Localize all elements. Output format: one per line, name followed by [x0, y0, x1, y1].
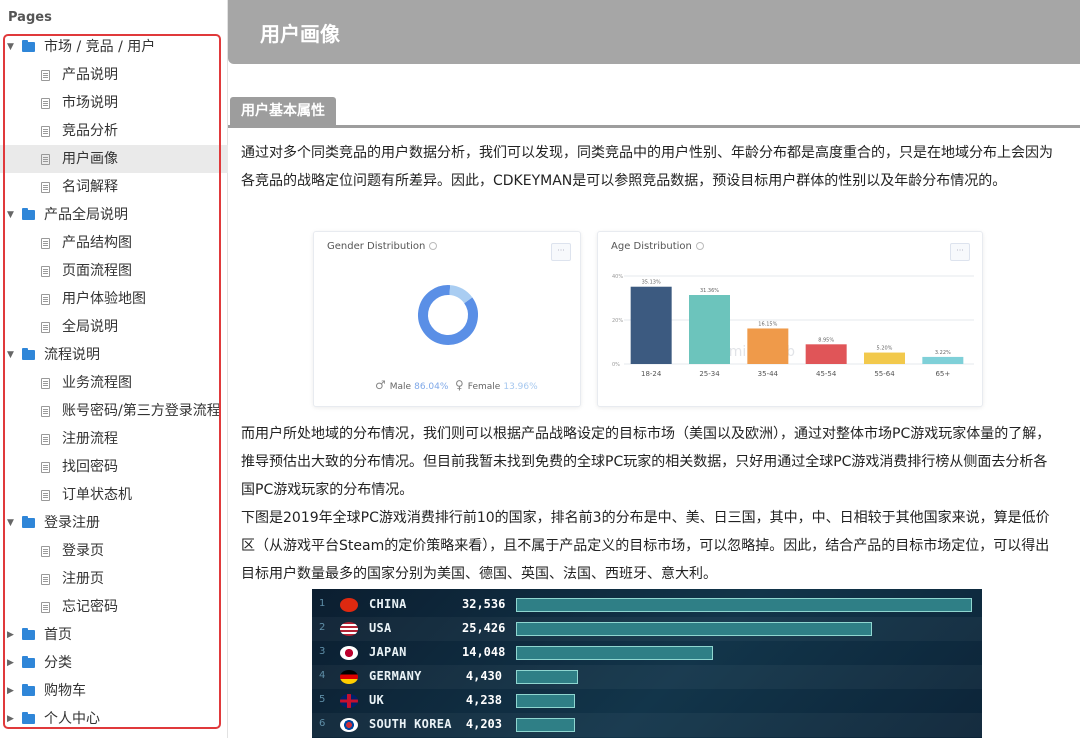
- country-value: 32,536: [462, 597, 506, 611]
- y-tick-label: 20%: [612, 318, 623, 324]
- ranking-row: 2 USA 25,426: [312, 617, 982, 641]
- age-bar-chart: 0%20%40%SimilarWeb35.13%18-2431.36%25-34…: [612, 274, 974, 378]
- rank-number: 3: [319, 646, 326, 657]
- age-category-label: 35-44: [758, 370, 779, 378]
- age-category-label: 18-24: [641, 370, 662, 378]
- ranking-row: 4 GERMANY 4,430: [312, 665, 982, 689]
- page-title: 用户画像: [260, 22, 340, 46]
- age-bar-25-34: [689, 295, 730, 364]
- age-bar-value-label: 3.22%: [935, 350, 951, 356]
- age-bar-value-label: 31.36%: [700, 288, 719, 294]
- pc-game-spending-ranking-image: 1 CHINA 32,536 2 USA 25,426 3 JAPAN 14,048 4 GERMA…: [312, 589, 982, 738]
- rank-number: 2: [319, 622, 326, 633]
- main-content: 用户画像 用户基本属性 通过对多个同类竞品的用户数据分析，我们可以发现，同类竞品…: [228, 0, 1080, 738]
- country-flag-icon: [340, 598, 358, 612]
- age-category-label: 65+: [935, 370, 950, 378]
- country-bar: [516, 670, 578, 684]
- y-tick-label: 0%: [612, 362, 620, 368]
- donut-segment-male: [418, 285, 478, 345]
- rank-number: 5: [319, 694, 326, 705]
- age-bar-18-24: [630, 286, 672, 364]
- age-bar-value-label: 8.95%: [818, 337, 834, 343]
- section-title: 用户基本属性: [230, 97, 336, 126]
- country-value: 4,430: [465, 669, 502, 683]
- age-bar-45-54: [805, 344, 847, 364]
- age-bar-55-64: [864, 352, 905, 364]
- intro-paragraph: 通过对多个同类竞品的用户数据分析，我们可以发现，同类竞品中的用户性别、年龄分布都…: [241, 145, 1053, 189]
- age-bar-65+: [922, 356, 964, 364]
- sidebar: Pages ▼ 市场 / 竞品 / 用户 产品说明 市场说明 竞品分析 用户画像 名词解释 ▼…: [0, 0, 228, 738]
- country-name: CHINA: [369, 597, 407, 611]
- country-bar: [516, 718, 575, 732]
- country-value: 4,238: [465, 693, 502, 707]
- y-tick-label: 40%: [612, 274, 623, 280]
- female-symbol-icon: ♀: [455, 378, 464, 392]
- age-bar-value-label: 35.13%: [642, 280, 661, 286]
- section-divider: [228, 125, 1080, 128]
- ranking-row: 1 CHINA 32,536: [312, 593, 982, 617]
- rank-number: 4: [319, 670, 326, 681]
- country-bar: [516, 598, 972, 612]
- ranking-row: 3 JAPAN 14,048: [312, 641, 982, 665]
- rank-number: 6: [319, 718, 326, 729]
- country-name: SOUTH KOREA: [369, 717, 452, 731]
- legend-female: ♀ Female 13.96%: [455, 378, 538, 392]
- rank-number: 1: [319, 598, 326, 609]
- country-flag-icon: [340, 646, 358, 660]
- country-flag-icon: [340, 694, 358, 708]
- country-bar: [516, 694, 575, 708]
- page-header: 用户画像: [228, 0, 1080, 64]
- country-name: USA: [369, 621, 392, 635]
- age-bar-value-label: 5.20%: [877, 346, 893, 352]
- section-header: 用户基本属性: [228, 97, 1080, 129]
- pages-title: Pages: [8, 10, 52, 25]
- region-paragraph: 而用户所处地域的分布情况，我们则可以根据产品战略设定的目标市场（美国以及欧洲），…: [241, 426, 1051, 582]
- country-name: JAPAN: [369, 645, 407, 659]
- ranking-row: 6 SOUTH KOREA 4,203: [312, 713, 982, 737]
- country-name: UK: [369, 693, 385, 707]
- country-name: GERMANY: [369, 669, 422, 683]
- age-category-label: 55-64: [874, 370, 895, 378]
- gender-distribution-card: Gender Distribution ··· ♂ Male 86.04% ♀ Fem…: [313, 231, 581, 407]
- age-category-label: 45-54: [816, 370, 837, 378]
- country-value: 14,048: [462, 645, 506, 659]
- tree-highlight-outline: [3, 34, 221, 729]
- legend-male: ♂ Male 86.04%: [375, 378, 449, 392]
- country-bar: [516, 622, 872, 636]
- country-value: 25,426: [462, 621, 506, 635]
- age-distribution-card: Age Distribution ··· 0%20%40%SimilarWeb3…: [597, 231, 983, 407]
- ranking-row: 5 UK 4,238: [312, 689, 982, 713]
- age-bar-35-44: [747, 328, 789, 364]
- male-symbol-icon: ♂: [375, 378, 386, 392]
- country-flag-icon: [340, 622, 358, 636]
- country-flag-icon: [340, 718, 358, 732]
- country-bar: [516, 646, 713, 660]
- age-bar-value-label: 16.15%: [758, 321, 777, 327]
- age-category-label: 25-34: [699, 370, 720, 378]
- country-value: 4,203: [465, 717, 502, 731]
- country-flag-icon: [340, 670, 358, 684]
